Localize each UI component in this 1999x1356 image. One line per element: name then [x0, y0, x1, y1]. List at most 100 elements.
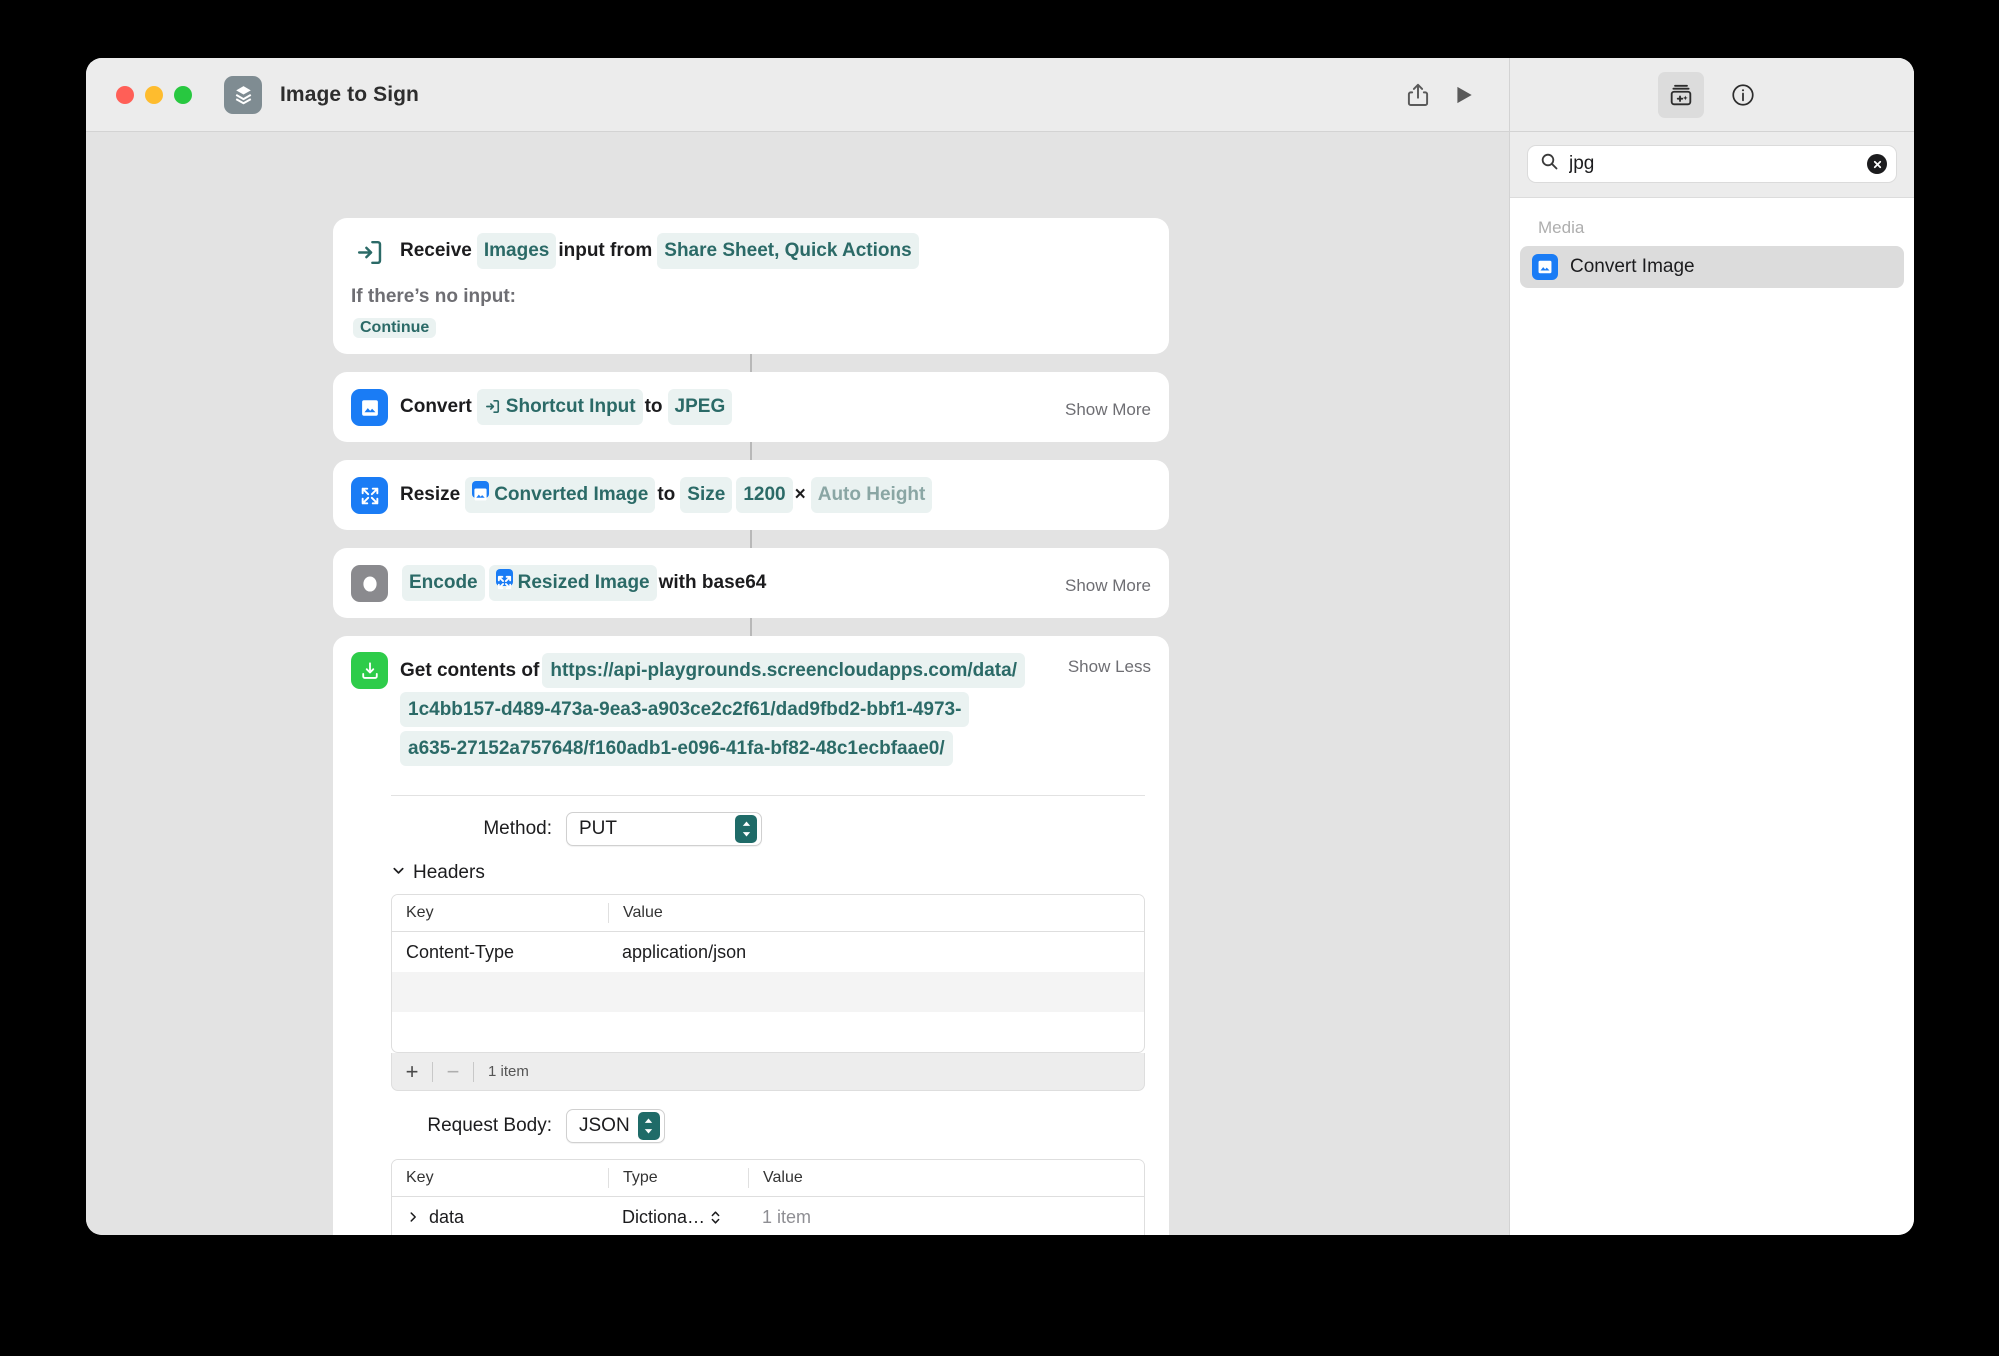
flow-connector: [750, 618, 752, 636]
search-input[interactable]: [1569, 153, 1867, 175]
resize-word-3: ×: [794, 484, 806, 505]
body-value-cell[interactable]: 1 item: [748, 1197, 1144, 1235]
encode-phrase: Encode Resized Image with base64: [400, 565, 1039, 601]
action-card-resize[interactable]: Resize Converted Image to Size 1200 × Auto Hei…: [333, 460, 1169, 530]
info-icon[interactable]: [1720, 72, 1766, 118]
get-contents-details: Method: PUT Headers Key Value Content-Ty…: [333, 783, 1169, 1235]
body-col-key[interactable]: Key: [392, 1168, 608, 1188]
request-body-select[interactable]: JSON: [566, 1109, 665, 1143]
request-body-row: Request Body: JSON: [391, 1109, 1145, 1143]
headers-add-button[interactable]: +: [392, 1053, 432, 1090]
close-button[interactable]: [116, 85, 134, 104]
resize-main-row: Resize Converted Image to Size 1200 × Auto Hei…: [333, 460, 1169, 530]
resize-height-token[interactable]: Auto Height: [810, 477, 933, 513]
run-icon[interactable]: [1441, 72, 1487, 118]
get-contents-show-less-toggle[interactable]: Show Less: [1068, 657, 1151, 677]
receive-word-2: input from: [558, 240, 653, 261]
body-key-label: data: [429, 1206, 465, 1227]
action-library-icon[interactable]: [1658, 71, 1704, 118]
receive-no-input-section: If there’s no input: Continue: [333, 286, 1169, 354]
headers-col-value[interactable]: Value: [608, 903, 1144, 923]
desktop-background: Image to Sign Receive Images input from …: [0, 0, 1999, 1356]
resize-image-icon: [351, 477, 388, 514]
header-key-cell[interactable]: Content-Type: [392, 932, 608, 972]
url-token-line-3[interactable]: a635-27152a757648/f160adb1-e096-41fa-bf8…: [400, 731, 953, 766]
shortcuts-window: Image to Sign Receive Images input from …: [86, 58, 1914, 1235]
search-area: [1510, 132, 1914, 198]
get-contents-main-row: Get contents of https://api-playgrounds.s…: [333, 636, 1169, 783]
chevron-right-icon[interactable]: [406, 1210, 420, 1224]
list-item[interactable]: Convert Image: [1520, 246, 1904, 288]
headers-remove-button[interactable]: −: [433, 1053, 473, 1090]
action-library-sidebar: Media Convert Image: [1510, 132, 1914, 1235]
convert-word-2: to: [644, 396, 663, 417]
flow-connector: [750, 354, 752, 372]
encode-main-row: Encode Resized Image with base64 Show More: [333, 548, 1169, 618]
get-contents-phrase: Get contents of https://api-playgrounds.s…: [400, 651, 1042, 768]
table-row-empty[interactable]: [392, 972, 1144, 1012]
results-group-title: Media: [1538, 218, 1585, 237]
method-stepper-icon: [735, 815, 757, 843]
table-row[interactable]: Content-Type application/json: [392, 932, 1144, 972]
share-icon[interactable]: [1395, 72, 1441, 118]
action-card-encode[interactable]: Encode Resized Image with base64 Show More: [333, 548, 1169, 618]
body-key-cell[interactable]: data: [392, 1197, 608, 1235]
method-value: PUT: [579, 818, 617, 839]
convert-show-more-toggle[interactable]: Show More: [1065, 400, 1151, 420]
action-card-convert[interactable]: Convert Shortcut Input to JPEG Show More: [333, 372, 1169, 442]
request-body-label: Request Body:: [427, 1115, 552, 1136]
url-token-line-1[interactable]: https://api-playgrounds.screencloudapps.…: [542, 653, 1025, 688]
flow-connector: [750, 530, 752, 548]
body-type-cell[interactable]: Dictiona…: [608, 1197, 748, 1235]
titlebar-main-section: Image to Sign: [86, 58, 1510, 131]
encode-show-more-toggle[interactable]: Show More: [1065, 576, 1151, 596]
body-type-stepper-icon[interactable]: [711, 1210, 720, 1224]
headers-table-header: Key Value: [392, 895, 1144, 932]
headers-table: Key Value Content-Type application/json: [391, 894, 1145, 1053]
shortcut-input-icon: [351, 234, 388, 271]
window-body: Receive Images input from Share Sheet, Quic…: [86, 132, 1914, 1235]
maximize-button[interactable]: [174, 85, 192, 104]
minimize-button[interactable]: [145, 85, 163, 104]
url-token-line-2[interactable]: 1c4bb157-d489-473a-9ea3-a903ce2c2f61/dad…: [400, 692, 970, 727]
request-body-stepper-icon: [637, 1112, 660, 1140]
resize-width-token[interactable]: 1200: [736, 477, 793, 513]
method-select[interactable]: PUT: [566, 812, 762, 846]
body-col-value[interactable]: Value: [748, 1168, 1144, 1188]
search-box[interactable]: [1528, 146, 1896, 182]
headers-table-footer: + − 1 item: [391, 1053, 1145, 1091]
get-contents-of-url-icon: [351, 652, 388, 689]
action-card-get-contents[interactable]: Get contents of https://api-playgrounds.s…: [333, 636, 1169, 1235]
traffic-light-group: [116, 85, 192, 104]
resize-word-1: Resize: [400, 484, 461, 505]
flow-connector: [750, 442, 752, 460]
convert-source-token[interactable]: Shortcut Input: [476, 389, 643, 425]
no-input-behavior-token[interactable]: Continue: [353, 318, 437, 338]
receive-input-type-token[interactable]: Images: [476, 233, 557, 269]
shortcut-input-mini-icon: [484, 393, 501, 413]
receive-phrase: Receive Images input from Share Sheet, Quic…: [400, 233, 1151, 269]
resize-source-token[interactable]: Converted Image: [465, 477, 656, 513]
resize-source-label: Converted Image: [494, 484, 649, 505]
action-card-receive[interactable]: Receive Images input from Share Sheet, Quic…: [333, 218, 1169, 354]
titlebar-sidebar-section: [1510, 58, 1914, 131]
encode-mode-token[interactable]: Encode: [402, 565, 485, 601]
window-titlebar: Image to Sign: [86, 58, 1914, 132]
encode-source-label: Resized Image: [517, 572, 650, 593]
body-col-type[interactable]: Type: [608, 1168, 748, 1188]
convert-format-token[interactable]: JPEG: [667, 389, 733, 425]
headers-col-key[interactable]: Key: [392, 903, 608, 923]
headers-item-count: 1 item: [488, 1063, 529, 1080]
no-input-label: If there’s no input:: [351, 286, 517, 307]
headers-disclosure[interactable]: Headers: [391, 862, 1145, 884]
receive-source-token[interactable]: Share Sheet, Quick Actions: [657, 233, 919, 269]
table-row[interactable]: data Dictiona… 1 item: [392, 1197, 1144, 1235]
empty-cell: [392, 972, 608, 1012]
clear-search-icon[interactable]: [1867, 154, 1887, 174]
convert-word-1: Convert: [400, 396, 472, 417]
action-flow-list: Receive Images input from Share Sheet, Quic…: [333, 218, 1169, 1235]
encode-source-token[interactable]: Resized Image: [488, 565, 657, 601]
table-row-empty[interactable]: [392, 1012, 1144, 1052]
header-value-cell[interactable]: application/json: [608, 932, 1144, 972]
resize-mode-token[interactable]: Size: [680, 477, 733, 513]
